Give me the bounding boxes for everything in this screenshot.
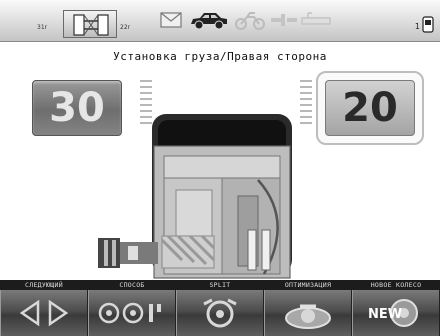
wheel-cross-section [98,114,292,279]
label-split: SPLIT [209,281,231,289]
rim-size-indicator [63,10,117,38]
softkey-bar: NEW [0,290,440,336]
new-label: NEW [368,307,402,322]
new-wheel-button[interactable]: NEW [352,290,440,336]
status-bar: 31r 22r 1 [0,0,440,42]
optimization-button[interactable] [264,290,352,336]
envelope-icon[interactable] [160,12,182,28]
split-icon [203,298,237,328]
user-icon[interactable] [422,15,434,33]
ruler-icon[interactable] [300,10,332,30]
right-balance-value: 20 [325,80,415,136]
optimization-icon [285,304,331,329]
car-icon[interactable] [189,10,229,30]
rim-left-label: 31r [37,24,48,31]
motorcycle-icon[interactable] [235,10,265,30]
next-button[interactable] [0,290,88,336]
prev-next-arrows-icon [19,299,69,327]
mode-icon [98,302,161,324]
label-next: СЛЕДУЮЩИЙ [25,281,63,289]
user-count: 1 [414,22,420,31]
page-title: Установка груза/Правая сторона [113,50,327,63]
truck-icon[interactable] [270,12,298,28]
split-button[interactable] [176,290,264,336]
rim-right-label: 22r [120,24,131,31]
label-optimization: ОПТИМИЗАЦИЯ [284,281,332,289]
tire-rim-icon [73,14,109,36]
label-mode: СПОСОБ [119,281,145,289]
mode-button[interactable] [88,290,176,336]
softkey-labels: СЛЕДУЮЩИЙ СПОСОБ SPLIT ОПТИМИЗАЦИЯ НОВОЕ… [0,280,440,290]
new-wheel-icon: NEW [368,299,418,327]
label-new-wheel: НОВОЕ КОЛЕСО [370,281,422,289]
